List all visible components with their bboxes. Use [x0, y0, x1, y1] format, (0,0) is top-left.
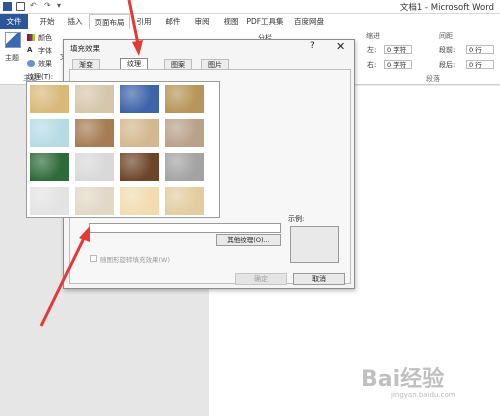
- arrow-head-texture-tab: [132, 40, 143, 56]
- arrow-head-gallery: [79, 226, 90, 242]
- arrow-to-texture-tab: [127, 0, 140, 45]
- arrow-to-gallery: [39, 235, 87, 327]
- annotation-arrows: [39, 0, 143, 327]
- baidu-watermark: Bai经验: [361, 367, 445, 392]
- baidu-watermark-url: jingyan.baidu.com: [391, 391, 456, 399]
